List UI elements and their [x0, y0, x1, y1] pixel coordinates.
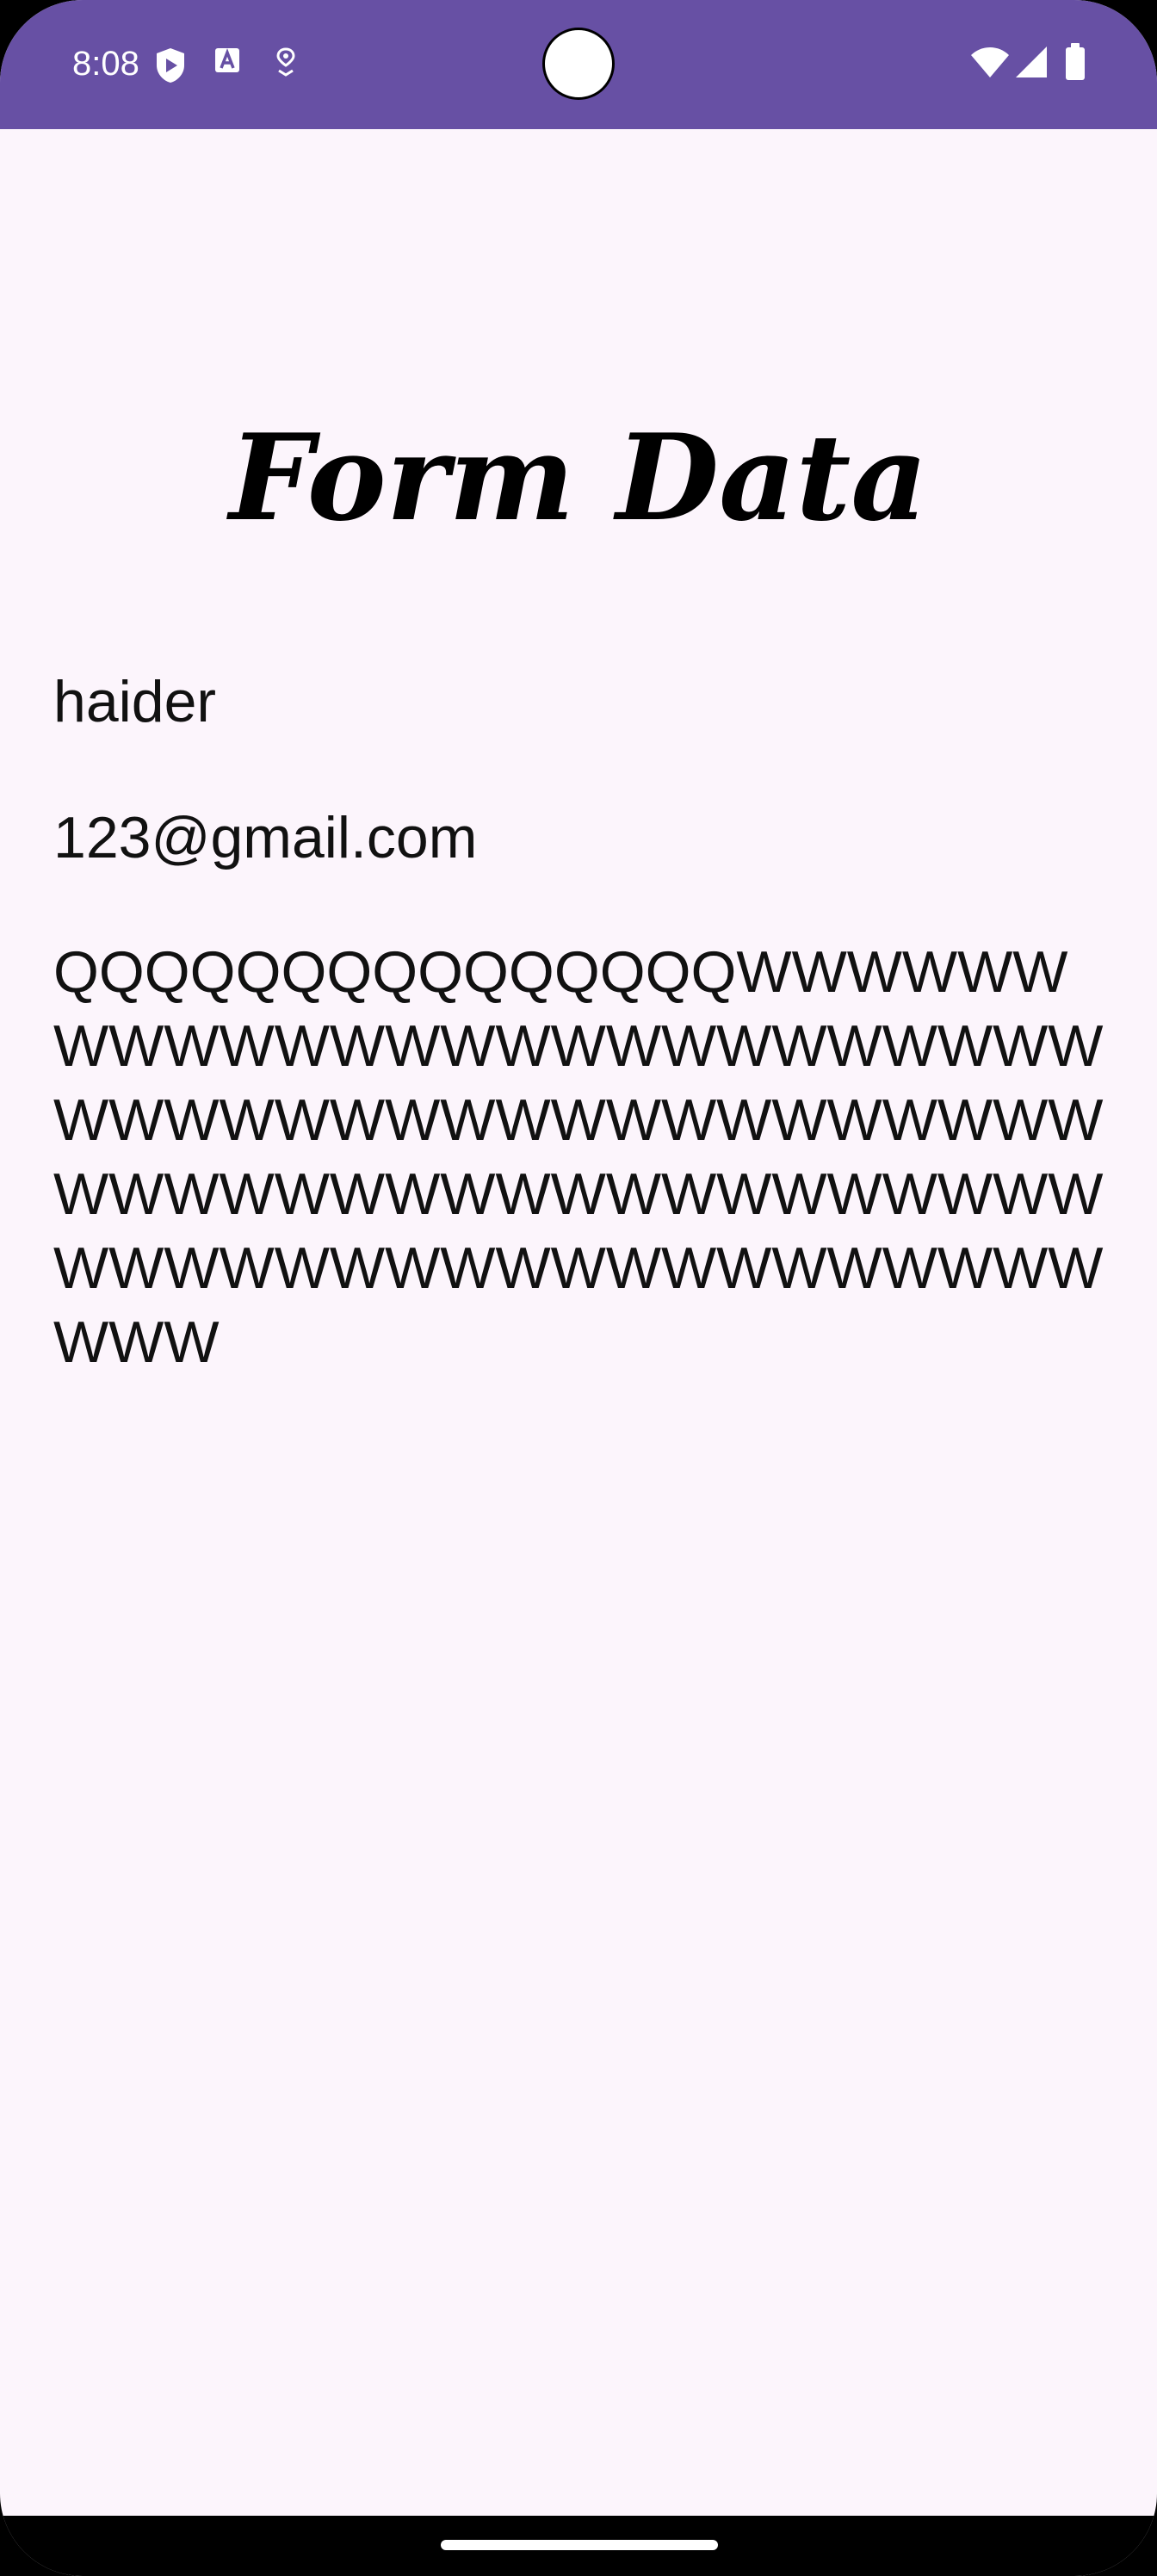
- signal-icon: [1014, 45, 1049, 84]
- name-value: haider: [53, 669, 217, 734]
- page-title: Form Data: [229, 407, 928, 548]
- text-a-icon: [213, 46, 241, 82]
- home-gesture-handle[interactable]: [441, 2540, 718, 2550]
- shield-play-icon: [153, 46, 188, 89]
- location-pin-icon: [272, 46, 300, 82]
- email-value: 123@gmail.com: [53, 805, 478, 870]
- wifi-icon: [969, 45, 1011, 84]
- message-value: QQQQQQQQQQQQQQQWWWWWWWWWWWWWWWWWWWWWWWWW…: [53, 939, 1104, 1375]
- battery-icon: [1064, 43, 1086, 85]
- status-time: 8:08: [72, 45, 139, 83]
- camera-cutout: [542, 28, 615, 100]
- status-bar: 8:08: [0, 0, 1157, 129]
- app-screen: 8:08 Form Data haider 123@gmail.com QQQQ…: [0, 0, 1157, 2576]
